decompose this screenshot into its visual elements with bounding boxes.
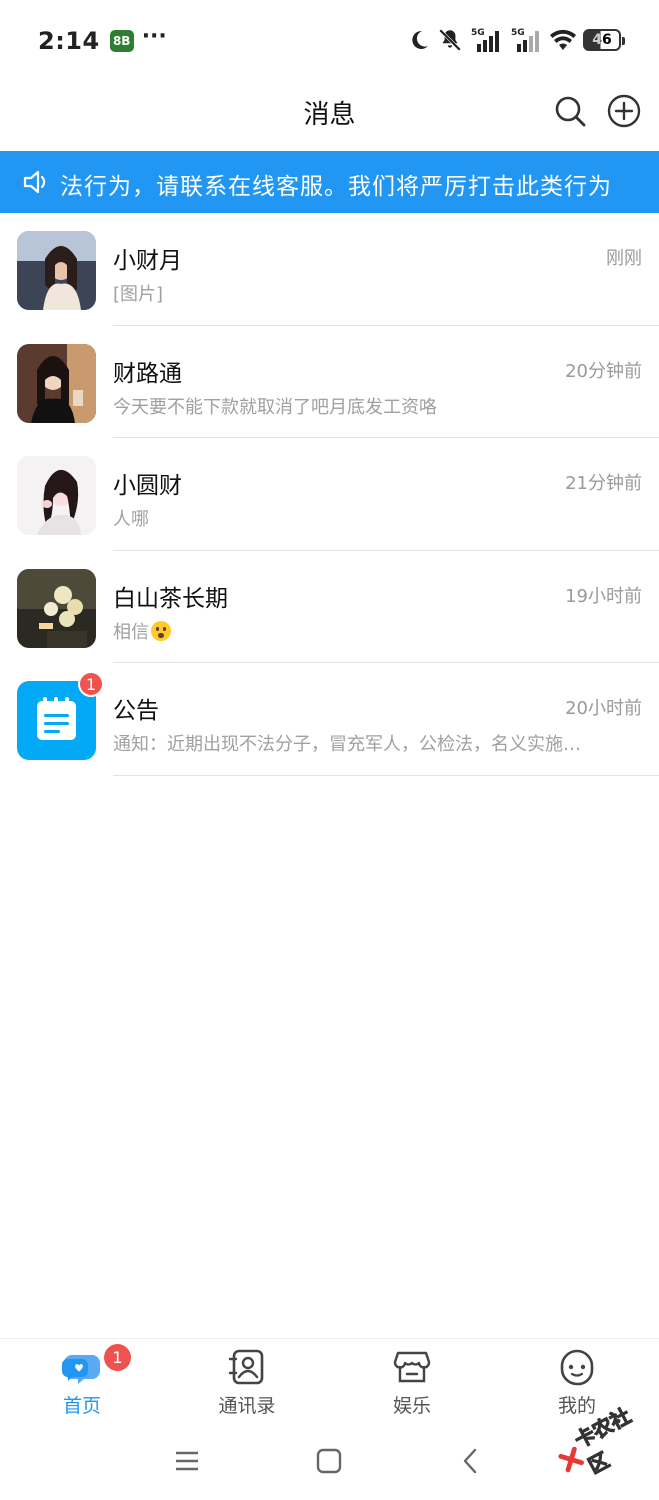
store-icon bbox=[393, 1351, 431, 1383]
nav-item-home[interactable]: 1 首页 bbox=[0, 1339, 164, 1427]
conversation-name: 小财月 bbox=[113, 248, 182, 274]
conversation-preview: 今天要不能下款就取消了吧月底发工资咯 bbox=[113, 396, 437, 418]
nav-unread-badge: 1 bbox=[104, 1344, 131, 1371]
conversation-name: 小圆财 bbox=[113, 473, 182, 499]
frowning-emoji-icon bbox=[151, 620, 171, 641]
avatar bbox=[17, 456, 96, 535]
avatar-photo-flowers bbox=[17, 568, 96, 648]
conversation-preview: [图片] bbox=[113, 284, 164, 305]
status-bar: 2:14 8B ··· 5G 5G 46 bbox=[0, 0, 659, 82]
nav-item-contacts[interactable]: 通讯录 bbox=[165, 1339, 329, 1427]
conversation-item[interactable]: 小财月 刚刚 [图片] bbox=[0, 213, 659, 326]
avatar bbox=[17, 231, 96, 310]
chat-bubble-icon bbox=[62, 1355, 100, 1384]
avatar bbox=[17, 343, 96, 423]
avatar-photo-white bbox=[17, 456, 96, 535]
signal-1-icon: 5G bbox=[471, 28, 499, 52]
battery-indicator: 46 bbox=[583, 29, 625, 51]
moon-icon bbox=[412, 30, 428, 49]
wifi-icon bbox=[550, 29, 576, 50]
nav-item-entertainment[interactable]: 娱乐 bbox=[330, 1339, 494, 1427]
back-chevron-icon[interactable] bbox=[456, 1446, 486, 1476]
network-1-label: 5G bbox=[471, 28, 485, 38]
conversation-preview: 通知：近期出现不法分子，冒充军人，公检法，名义实施… bbox=[113, 734, 581, 755]
conversation-item[interactable]: 白山茶长期 19小时前 相信 bbox=[0, 551, 659, 663]
conversation-name: 财路通 bbox=[113, 360, 182, 387]
home-square-icon[interactable] bbox=[314, 1446, 344, 1476]
avatar-photo-cafe bbox=[17, 343, 96, 423]
mute-bell-icon bbox=[439, 29, 461, 51]
battery-level: 46 bbox=[592, 32, 612, 48]
add-circle-icon[interactable] bbox=[607, 94, 641, 128]
conversation-item[interactable]: 小圆财 21分钟前 人哪 bbox=[0, 438, 659, 551]
status-app-icon: 8B bbox=[109, 30, 134, 52]
notice-marquee: 法行为，请联系在线客服。我们将严厉打击此类行为 bbox=[60, 151, 659, 213]
conversation-time: 20分钟前 bbox=[565, 360, 642, 382]
status-indicators: 5G 5G 46 bbox=[407, 26, 625, 54]
divider bbox=[113, 774, 659, 776]
conversation-item[interactable]: 财路通 20分钟前 今天要不能下款就取消了吧月底发工资咯 bbox=[0, 326, 659, 438]
contacts-icon bbox=[228, 1349, 264, 1385]
avatar-photo-seaside bbox=[17, 231, 96, 310]
unread-badge: 1 bbox=[78, 671, 104, 697]
conversation-time: 20小时前 bbox=[565, 698, 642, 719]
conversation-list: 小财月 刚刚 [图片] 财路通 20分钟前 今天要不能下款就取消了吧月底发工资咯… bbox=[0, 213, 659, 776]
avatar bbox=[17, 568, 96, 648]
signal-2-icon: 5G bbox=[511, 28, 539, 52]
conversation-item[interactable]: 1 公告 20小时前 通知：近期出现不法分子，冒充军人，公检法，名义实施… bbox=[0, 663, 659, 776]
nav-label: 娱乐 bbox=[392, 1395, 431, 1417]
recents-menu-icon[interactable] bbox=[172, 1446, 202, 1476]
conversation-time: 刚刚 bbox=[606, 248, 642, 269]
notice-banner[interactable]: 法行为，请联系在线客服。我们将严厉打击此类行为 bbox=[0, 151, 659, 213]
conversation-preview-text: 相信 bbox=[113, 621, 149, 643]
search-icon[interactable] bbox=[553, 94, 587, 128]
top-app-bar: 消息 bbox=[0, 82, 659, 150]
conversation-preview: 相信 bbox=[113, 618, 171, 644]
speaker-icon bbox=[23, 170, 46, 194]
bottom-navigation: 1 首页 通讯录 娱乐 我的 bbox=[0, 1338, 659, 1426]
nav-label: 通讯录 bbox=[218, 1395, 276, 1417]
conversation-name: 白山茶长期 bbox=[113, 585, 228, 612]
nav-label: 首页 bbox=[62, 1395, 101, 1417]
status-time: 2:14 bbox=[38, 27, 100, 55]
conversation-time: 21分钟前 bbox=[565, 473, 642, 494]
notice-text: 法行为，请联系在线客服。我们将严厉打击此类行为 bbox=[60, 174, 612, 200]
conversation-name: 公告 bbox=[113, 698, 159, 724]
profile-face-icon bbox=[560, 1349, 594, 1386]
network-2-label: 5G bbox=[511, 28, 525, 38]
status-more-icon: ··· bbox=[141, 24, 167, 49]
conversation-time: 19小时前 bbox=[565, 585, 642, 607]
conversation-preview: 人哪 bbox=[113, 509, 149, 530]
